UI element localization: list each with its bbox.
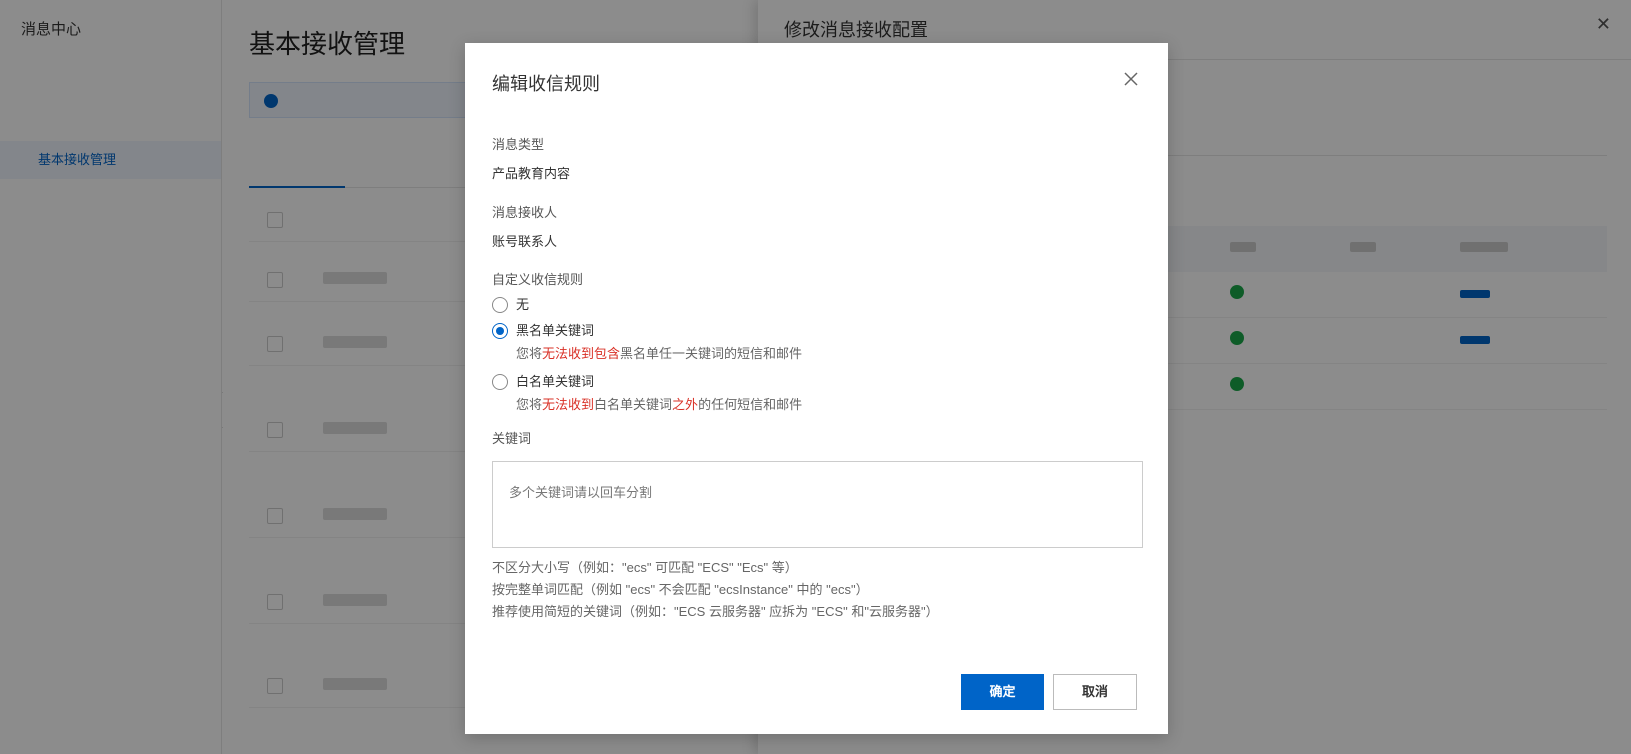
- message-type-value: 产品教育内容: [492, 166, 571, 181]
- radio-none[interactable]: [492, 297, 508, 313]
- message-type-label: 消息类型: [492, 137, 545, 152]
- keyword-hint: 不区分大小写（例如："ecs" 可匹配 "ECS" "Ecs" 等）: [492, 560, 798, 575]
- radio-blacklist[interactable]: [492, 323, 508, 339]
- close-icon[interactable]: [1121, 69, 1141, 89]
- keyword-textarea[interactable]: [492, 461, 1143, 548]
- radio-blacklist-label: 黑名单关键词: [516, 323, 595, 338]
- keyword-hint: 按完整单词匹配（例如 "ecs" 不会匹配 "ecsInstance" 中的 "…: [492, 582, 869, 597]
- edit-rule-dialog: 编辑收信规则 消息类型 产品教育内容 消息接收人 账号联系人 自定义收信规则 无…: [465, 43, 1168, 734]
- dialog-title: 编辑收信规则: [492, 74, 600, 94]
- keyword-label: 关键词: [492, 431, 532, 446]
- radio-none-label: 无: [516, 297, 530, 312]
- keyword-hint: 推荐使用简短的关键词（例如："ECS 云服务器" 应拆为 "ECS" 和"云服务…: [492, 604, 939, 619]
- radio-whitelist-label: 白名单关键词: [516, 374, 595, 389]
- custom-rule-label: 自定义收信规则: [492, 272, 584, 287]
- recipient-label: 消息接收人: [492, 205, 558, 220]
- recipient-value: 账号联系人: [492, 234, 558, 249]
- radio-option-none[interactable]: 无: [492, 296, 529, 314]
- whitelist-description: 您将无法收到白名单关键词之外的任何短信和邮件: [516, 397, 803, 412]
- radio-option-blacklist[interactable]: 黑名单关键词 您将无法收到包含黑名单任一关键词的短信和邮件: [492, 322, 802, 362]
- confirm-button[interactable]: 确定: [961, 674, 1044, 710]
- blacklist-description: 您将无法收到包含黑名单任一关键词的短信和邮件: [516, 346, 803, 361]
- cancel-button[interactable]: 取消: [1053, 674, 1137, 710]
- radio-option-whitelist[interactable]: 白名单关键词 您将无法收到白名单关键词之外的任何短信和邮件: [492, 373, 802, 413]
- radio-whitelist[interactable]: [492, 374, 508, 390]
